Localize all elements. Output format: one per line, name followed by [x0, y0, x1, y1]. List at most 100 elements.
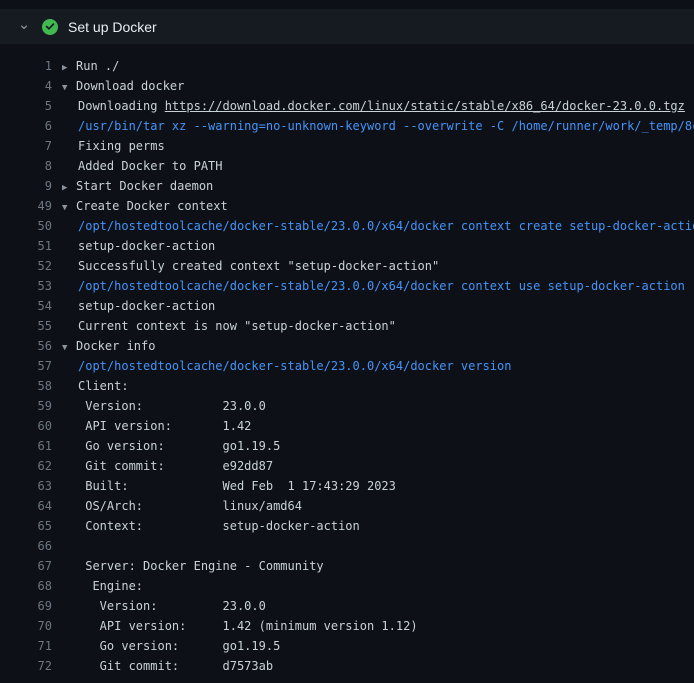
- log-line: 61 Go version: go1.19.5: [0, 436, 694, 456]
- line-number[interactable]: 69: [0, 596, 56, 616]
- log-line-content: API version: 1.42 (minimum version 1.12): [56, 616, 694, 636]
- line-number[interactable]: 60: [0, 416, 56, 436]
- log-line-content: Client:: [56, 376, 694, 396]
- log-line-content: /opt/hostedtoolcache/docker-stable/23.0.…: [56, 276, 694, 296]
- group-collapsed-icon[interactable]: ▶: [62, 58, 76, 76]
- log-text: Server: Docker Engine - Community: [78, 559, 324, 573]
- line-number[interactable]: 1: [0, 56, 56, 76]
- line-number[interactable]: 7: [0, 136, 56, 156]
- log-link[interactable]: https://download.docker.com/linux/static…: [165, 99, 685, 113]
- line-number[interactable]: 57: [0, 356, 56, 376]
- line-number[interactable]: 51: [0, 236, 56, 256]
- log-line-content[interactable]: ▼Download docker: [56, 76, 694, 96]
- log-text: Git commit: d7573ab: [78, 659, 273, 673]
- log-line: 65 Context: setup-docker-action: [0, 516, 694, 536]
- step-header[interactable]: ⌄ Set up Docker: [0, 9, 694, 44]
- log-command-text: /opt/hostedtoolcache/docker-stable/23.0.…: [78, 219, 694, 233]
- line-number[interactable]: 65: [0, 516, 56, 536]
- line-number[interactable]: 72: [0, 656, 56, 676]
- line-number[interactable]: 50: [0, 216, 56, 236]
- group-expanded-icon[interactable]: ▼: [62, 78, 76, 96]
- line-number[interactable]: 68: [0, 576, 56, 596]
- log-line: 70 API version: 1.42 (minimum version 1.…: [0, 616, 694, 636]
- log-line: 53/opt/hostedtoolcache/docker-stable/23.…: [0, 276, 694, 296]
- line-number[interactable]: 6: [0, 116, 56, 136]
- log-line-content[interactable]: ▼Create Docker context: [56, 196, 694, 216]
- line-number[interactable]: 66: [0, 536, 56, 556]
- log-line: 50/opt/hostedtoolcache/docker-stable/23.…: [0, 216, 694, 236]
- log-text: API version: 1.42: [78, 419, 251, 433]
- log-line-content: API version: 1.42: [56, 416, 694, 436]
- log-text: Context: setup-docker-action: [78, 519, 360, 533]
- log-line: 8 Added Docker to PATH: [0, 156, 694, 176]
- group-expanded-icon[interactable]: ▼: [62, 198, 76, 216]
- log-text: Added Docker to PATH: [78, 159, 223, 173]
- log-line-content[interactable]: ▶Start Docker daemon: [56, 176, 694, 196]
- line-number[interactable]: 4: [0, 76, 56, 96]
- log-line: 72 Git commit: d7573ab: [0, 656, 694, 676]
- log-line: 58 Client:: [0, 376, 694, 396]
- log-line-content: Version: 23.0.0: [56, 596, 694, 616]
- log-text: Version: 23.0.0: [78, 599, 266, 613]
- log-line: 66: [0, 536, 694, 556]
- log-line-content: /usr/bin/tar xz --warning=no-unknown-key…: [56, 116, 694, 136]
- actions-log-page: ⌄ Set up Docker 1▶Run ./4▼Download docke…: [0, 0, 694, 683]
- log-line-content: [56, 536, 694, 556]
- line-number[interactable]: 70: [0, 616, 56, 636]
- log-group-line: 9▶Start Docker daemon: [0, 176, 694, 196]
- line-number[interactable]: 71: [0, 636, 56, 656]
- log-line-content: Git commit: d7573ab: [56, 656, 694, 676]
- log-line-content[interactable]: ▼Docker info: [56, 336, 694, 356]
- line-number[interactable]: 59: [0, 396, 56, 416]
- log-line-content: Go version: go1.19.5: [56, 636, 694, 656]
- line-number[interactable]: 8: [0, 156, 56, 176]
- line-number[interactable]: 9: [0, 176, 56, 196]
- check-circle-icon: [42, 19, 58, 35]
- log-text: Built: Wed Feb 1 17:43:29 2023: [78, 479, 396, 493]
- log-line-content: /opt/hostedtoolcache/docker-stable/23.0.…: [56, 216, 694, 236]
- log-line: 63 Built: Wed Feb 1 17:43:29 2023: [0, 476, 694, 496]
- log-text: OS/Arch: linux/amd64: [78, 499, 302, 513]
- log-group-line: 4▼Download docker: [0, 76, 694, 96]
- log-line-content: Fixing perms: [56, 136, 694, 156]
- line-number[interactable]: 56: [0, 336, 56, 356]
- log-area: 1▶Run ./4▼Download docker5Downloading ht…: [0, 44, 694, 683]
- log-text: Start Docker daemon: [76, 179, 213, 193]
- log-text: setup-docker-action: [78, 239, 215, 253]
- log-text: setup-docker-action: [78, 299, 215, 313]
- status-check-icon: [42, 19, 58, 35]
- line-number[interactable]: 54: [0, 296, 56, 316]
- log-command-text: /usr/bin/tar xz --warning=no-unknown-key…: [78, 119, 694, 133]
- log-line: 71 Go version: go1.19.5: [0, 636, 694, 656]
- log-text: Client:: [78, 379, 129, 393]
- log-line-content: Added Docker to PATH: [56, 156, 694, 176]
- line-number[interactable]: 53: [0, 276, 56, 296]
- chevron-down-icon[interactable]: ⌄: [16, 17, 32, 32]
- line-number[interactable]: 49: [0, 196, 56, 216]
- log-line-content: setup-docker-action: [56, 296, 694, 316]
- log-text: Go version: go1.19.5: [78, 439, 280, 453]
- log-text: Downloading: [78, 99, 165, 113]
- log-command-text: /opt/hostedtoolcache/docker-stable/23.0.…: [78, 359, 511, 373]
- line-number[interactable]: 67: [0, 556, 56, 576]
- log-line-content: Server: Docker Engine - Community: [56, 556, 694, 576]
- line-number[interactable]: 63: [0, 476, 56, 496]
- log-group-line: 49▼Create Docker context: [0, 196, 694, 216]
- line-number[interactable]: 58: [0, 376, 56, 396]
- log-line: 69 Version: 23.0.0: [0, 596, 694, 616]
- log-line-content: Version: 23.0.0: [56, 396, 694, 416]
- line-number[interactable]: 61: [0, 436, 56, 456]
- log-line-content: Downloading https://download.docker.com/…: [56, 96, 694, 116]
- log-line-content[interactable]: ▶Run ./: [56, 56, 694, 76]
- line-number[interactable]: 55: [0, 316, 56, 336]
- log-line-content: Current context is now "setup-docker-act…: [56, 316, 694, 336]
- log-line-content: OS/Arch: linux/amd64: [56, 496, 694, 516]
- line-number[interactable]: 62: [0, 456, 56, 476]
- line-number[interactable]: 64: [0, 496, 56, 516]
- log-text: Download docker: [76, 79, 184, 93]
- line-number[interactable]: 52: [0, 256, 56, 276]
- line-number[interactable]: 5: [0, 96, 56, 116]
- group-expanded-icon[interactable]: ▼: [62, 338, 76, 356]
- group-collapsed-icon[interactable]: ▶: [62, 178, 76, 196]
- log-line-content: setup-docker-action: [56, 236, 694, 256]
